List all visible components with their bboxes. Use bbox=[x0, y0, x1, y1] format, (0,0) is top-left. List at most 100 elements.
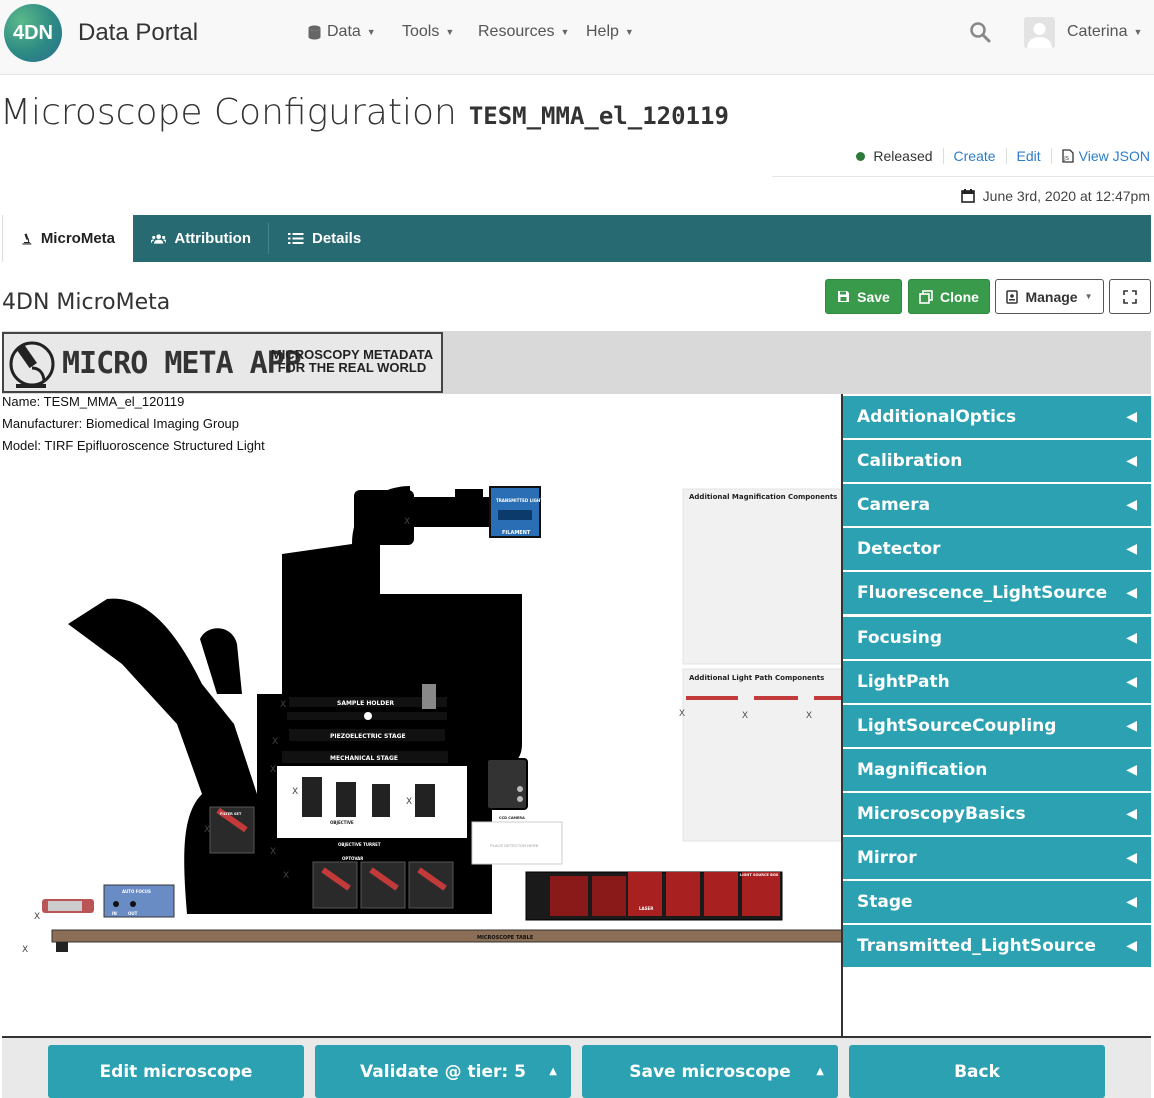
category-item[interactable]: AdditionalOptics ◀ bbox=[843, 396, 1151, 439]
laser-label: LASER bbox=[639, 906, 653, 911]
collapse-triangle-icon[interactable]: ◀ bbox=[1126, 497, 1137, 513]
filter-strip[interactable] bbox=[686, 696, 738, 700]
nav-tools-menu[interactable]: Tools ▼ bbox=[402, 23, 454, 41]
category-item[interactable]: LightPath ◀ bbox=[843, 660, 1151, 704]
user-menu[interactable]: Caterina ▼ bbox=[1067, 23, 1142, 41]
collapse-triangle-icon[interactable]: ◀ bbox=[1126, 894, 1137, 910]
auto-focus-label: AUTO FOCUS bbox=[122, 889, 151, 894]
microscope-table-label: MICROSCOPE TABLE bbox=[477, 935, 534, 941]
remove-icon[interactable]: X bbox=[742, 710, 748, 720]
search-icon[interactable] bbox=[968, 20, 992, 44]
edit-microscope-button[interactable]: Edit microscope bbox=[48, 1045, 304, 1098]
chevron-down-icon: ▼ bbox=[1133, 27, 1143, 37]
collapse-triangle-icon[interactable]: ◀ bbox=[1126, 409, 1137, 425]
category-item[interactable]: Camera ◀ bbox=[843, 484, 1151, 528]
back-button[interactable]: Back bbox=[849, 1045, 1105, 1098]
svg-text:X: X bbox=[404, 517, 410, 527]
collapse-triangle-icon[interactable]: ◀ bbox=[1126, 718, 1137, 734]
svg-text:X: X bbox=[270, 765, 276, 775]
category-item[interactable]: MicroscopyBasics ◀ bbox=[843, 792, 1151, 836]
tab-details[interactable]: Details bbox=[270, 215, 380, 262]
svg-text:X: X bbox=[280, 700, 286, 710]
filter-strip[interactable] bbox=[754, 696, 798, 700]
category-label: AdditionalOptics bbox=[857, 407, 1017, 427]
fullscreen-button[interactable] bbox=[1109, 279, 1151, 314]
nav-data-menu[interactable]: Data ▼ bbox=[308, 23, 376, 41]
json-file-icon: JS bbox=[1062, 149, 1074, 163]
collapse-triangle-icon[interactable]: ◀ bbox=[1126, 762, 1137, 778]
microscope-canvas[interactable]: Name: TESM_MMA_el_120119 Manufacturer: B… bbox=[2, 394, 843, 1038]
collapse-triangle-icon[interactable]: ◀ bbox=[1126, 585, 1137, 601]
save-microscope-label: Save microscope bbox=[629, 1061, 791, 1082]
svg-text:X: X bbox=[406, 797, 412, 807]
light-source-box-label: LIGHT SOURCE BOX bbox=[740, 873, 779, 877]
collapse-triangle-icon[interactable]: ◀ bbox=[1126, 674, 1137, 690]
category-item[interactable]: Calibration ◀ bbox=[843, 440, 1151, 484]
tab-attribution[interactable]: Attribution bbox=[133, 215, 269, 262]
ccd-camera[interactable]: CCD CAMERA bbox=[486, 758, 528, 820]
collapse-triangle-icon[interactable]: ◀ bbox=[1126, 806, 1137, 822]
collapse-triangle-icon[interactable]: ◀ bbox=[1126, 453, 1137, 469]
validate-tier-button[interactable]: Validate @ tier: 5 ▲ bbox=[315, 1045, 571, 1098]
transmitted-light-source[interactable]: TRANSMITTED LIGHT SOURCE FILAMENT bbox=[489, 486, 563, 538]
light-source-box[interactable]: LASER LIGHT SOURCE BOX bbox=[525, 871, 783, 921]
category-item[interactable]: LightSourceCoupling ◀ bbox=[843, 704, 1151, 748]
collapse-triangle-icon[interactable]: ◀ bbox=[1126, 541, 1137, 557]
expand-icon bbox=[1123, 289, 1137, 304]
collapse-triangle-icon[interactable]: ◀ bbox=[1126, 850, 1137, 866]
manage-dropdown[interactable]: Manage ▼ bbox=[995, 279, 1104, 314]
microscope-table[interactable]: MICROSCOPE TABLE bbox=[51, 929, 843, 952]
category-item[interactable]: Mirror ◀ bbox=[843, 837, 1151, 880]
create-link[interactable]: Create bbox=[954, 148, 996, 164]
tagline-line-2: FOR THE REAL WORLD bbox=[277, 360, 427, 375]
category-item[interactable]: Focusing ◀ bbox=[843, 616, 1151, 660]
detector-placeholder[interactable]: PLACE DETECTOR HERE bbox=[471, 821, 563, 865]
clone-button[interactable]: Clone bbox=[908, 279, 990, 314]
chevron-up-icon[interactable]: ▲ bbox=[549, 1066, 557, 1077]
objective-label: OBJECTIVE bbox=[330, 820, 354, 825]
filter-set-cube[interactable]: FILTER SET bbox=[209, 806, 255, 854]
4dn-logo[interactable]: 4DN bbox=[4, 4, 62, 62]
magnification-components-panel[interactable]: Additional Magnification Components bbox=[682, 488, 843, 665]
date-row: June 3rd, 2020 at 12:47pm bbox=[960, 188, 1150, 204]
piezo-stage[interactable]: PIEZOELECTRIC STAGE bbox=[289, 729, 445, 741]
save-button[interactable]: Save bbox=[825, 279, 902, 314]
microscope-icon bbox=[22, 233, 32, 245]
category-item[interactable]: Fluorescence_LightSource ◀ bbox=[843, 572, 1151, 616]
category-item[interactable]: Transmitted_LightSource ◀ bbox=[843, 925, 1151, 969]
collapse-triangle-icon[interactable]: ◀ bbox=[1126, 630, 1137, 646]
remove-icon[interactable]: X bbox=[679, 708, 685, 718]
filter-strip[interactable] bbox=[814, 696, 843, 700]
microscope-logo-icon bbox=[9, 341, 55, 388]
brand-title[interactable]: Data Portal bbox=[78, 19, 198, 47]
category-item[interactable]: Magnification ◀ bbox=[843, 748, 1151, 792]
category-item[interactable]: Detector ◀ bbox=[843, 528, 1151, 572]
auto-focus-unit[interactable]: AUTO FOCUS IN OUT bbox=[103, 884, 175, 918]
database-icon bbox=[308, 25, 321, 39]
collapse-triangle-icon[interactable]: ◀ bbox=[1126, 938, 1137, 954]
category-item[interactable]: Stage ◀ bbox=[843, 881, 1151, 925]
edit-microscope-label: Edit microscope bbox=[99, 1061, 253, 1082]
chevron-up-icon[interactable]: ▲ bbox=[816, 1066, 824, 1077]
user-avatar[interactable] bbox=[1024, 17, 1055, 48]
tab-label: Details bbox=[312, 230, 362, 247]
mechanical-stage[interactable]: MECHANICAL STAGE bbox=[282, 751, 448, 763]
filter-sets-row[interactable] bbox=[312, 861, 454, 909]
intensity-calibration-tool[interactable] bbox=[42, 899, 94, 913]
tab-micrometa[interactable]: MicroMeta bbox=[2, 215, 133, 262]
save-microscope-button[interactable]: Save microscope ▲ bbox=[582, 1045, 838, 1098]
microscope-diagram[interactable]: Additional Magnification Components Addi… bbox=[2, 394, 843, 1038]
edit-link[interactable]: Edit bbox=[1017, 148, 1041, 164]
nav-resources-menu[interactable]: Resources ▼ bbox=[478, 23, 569, 41]
category-label: LightSourceCoupling bbox=[857, 715, 1057, 736]
light-path-components-panel[interactable]: Additional Light Path Components X X X bbox=[679, 668, 843, 842]
chevron-down-icon: ▼ bbox=[445, 27, 455, 37]
app-logo-tagline: MICROSCOPY METADATA FOR THE REAL WORLD bbox=[262, 348, 442, 374]
svg-text:JS: JS bbox=[1063, 156, 1069, 162]
svg-text:X: X bbox=[272, 737, 278, 747]
remove-icon[interactable]: X bbox=[806, 710, 812, 720]
view-json-link[interactable]: View JSON bbox=[1079, 148, 1150, 164]
filament-label: FILAMENT bbox=[502, 530, 531, 536]
nav-help-menu[interactable]: Help ▼ bbox=[586, 23, 634, 41]
svg-text:X: X bbox=[283, 871, 289, 881]
